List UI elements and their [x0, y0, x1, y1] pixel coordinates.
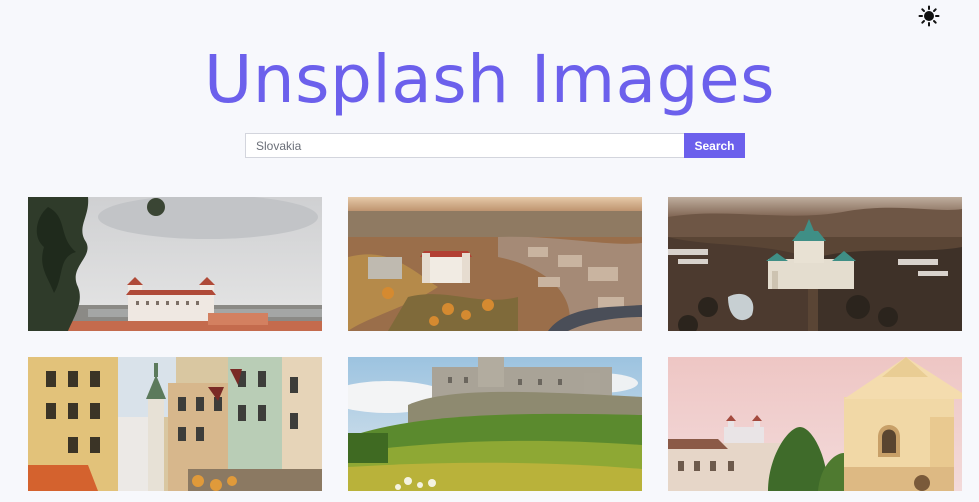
image-card[interactable] — [348, 357, 642, 491]
theme-toggle-button[interactable] — [917, 5, 941, 27]
page-title: Unsplash Images — [204, 41, 775, 118]
spis-castle-photo — [348, 357, 642, 491]
bratislava-aerial-photo — [348, 197, 642, 331]
image-card[interactable] — [348, 197, 642, 331]
image-card[interactable] — [668, 197, 962, 331]
search-form: Search — [245, 133, 745, 158]
old-town-street-photo — [28, 357, 322, 491]
bratislava-church-photo — [668, 357, 962, 491]
search-input[interactable] — [245, 133, 684, 158]
search-button[interactable]: Search — [684, 133, 745, 158]
image-card[interactable] — [28, 357, 322, 491]
bratislava-castle-photo — [28, 197, 322, 331]
sun-icon — [918, 5, 940, 27]
image-card[interactable] — [28, 197, 322, 331]
image-card[interactable] — [668, 357, 962, 491]
bojnice-castle-photo — [668, 197, 962, 331]
